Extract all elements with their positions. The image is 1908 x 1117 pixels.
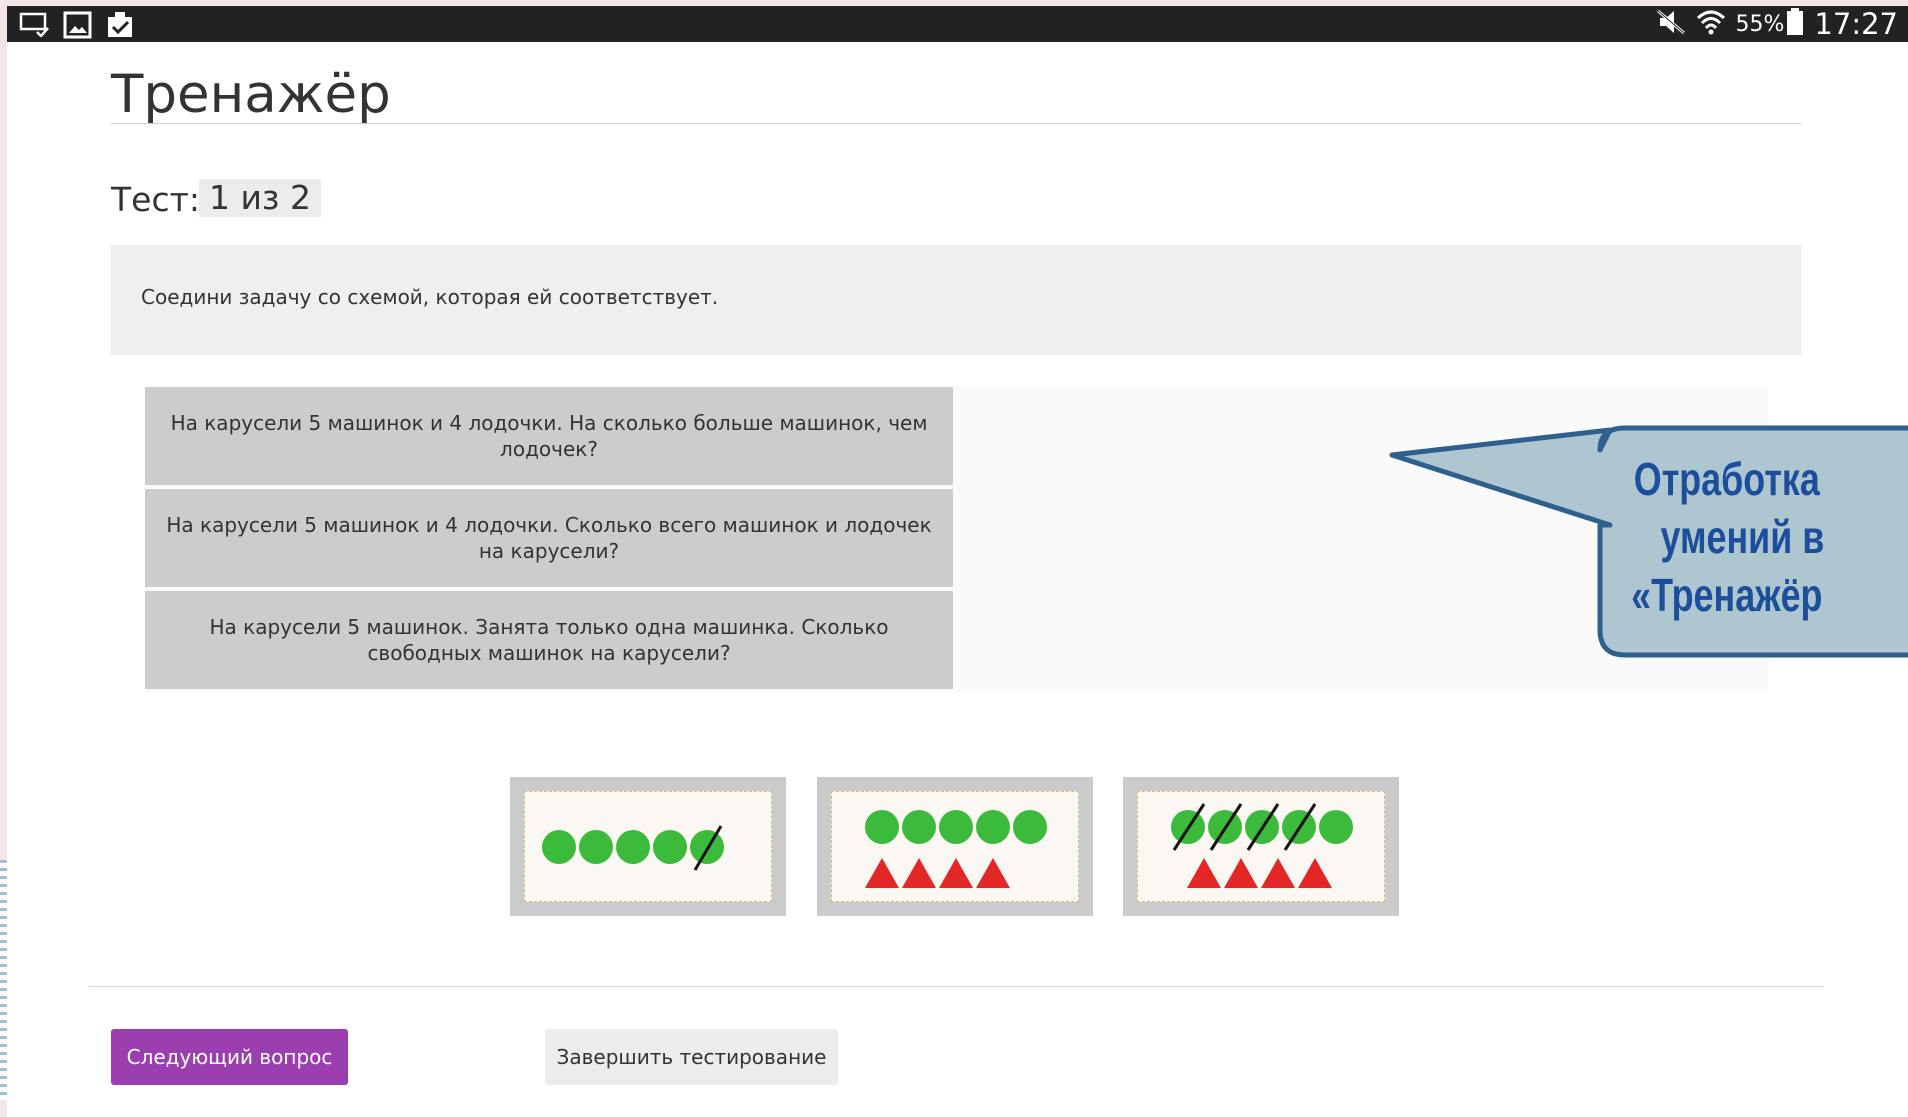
callout-line: умений в bbox=[1660, 511, 1825, 563]
callout-line: «Тренажёр bbox=[1631, 569, 1823, 621]
callout-text: Отработка умений в «Тренажёр bbox=[1602, 450, 1852, 624]
callout-line: Отработка bbox=[1633, 453, 1820, 505]
